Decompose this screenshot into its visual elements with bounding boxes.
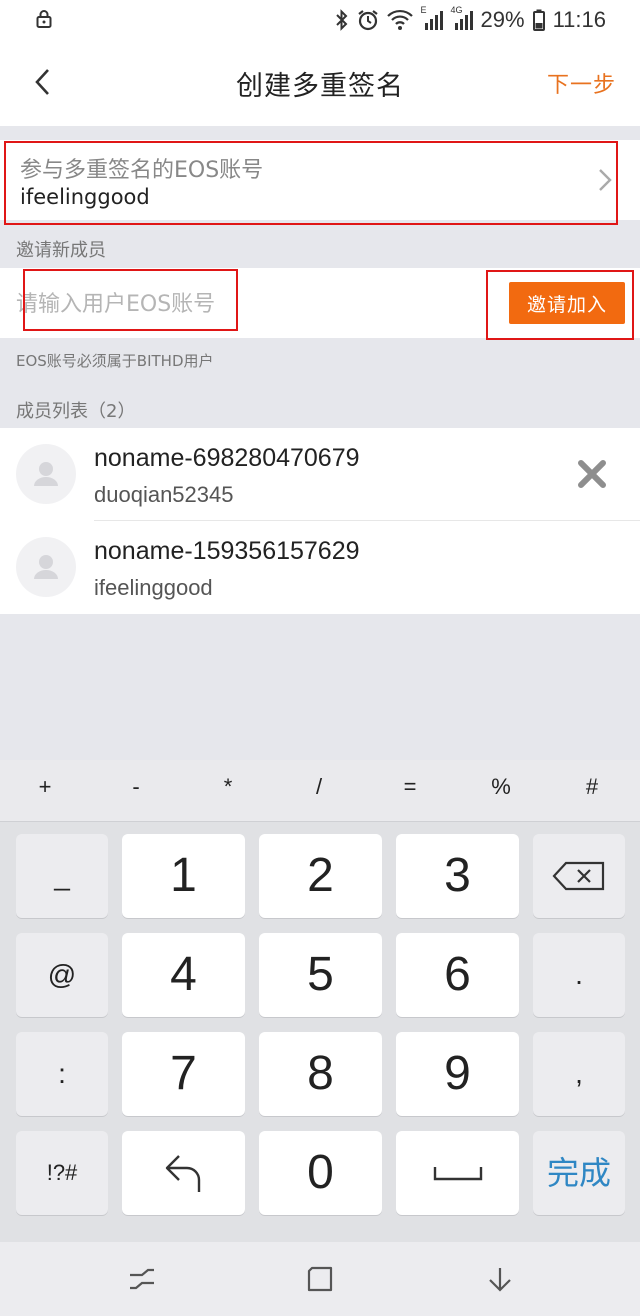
member-item[interactable]: noname-159356157629 ifeelinggood [0,521,640,614]
key-0[interactable]: 0 [259,1131,382,1215]
page-title: 创建多重签名 [236,71,404,102]
user-placeholder-icon [34,462,58,486]
numeric-keyboard: + - * / = % # _ 1 2 3 @ 4 5 6 . : 7 8 9 … [0,760,640,1242]
recent-apps-icon[interactable] [128,1266,156,1292]
key-3[interactable]: 3 [396,834,519,918]
navigation-bar [0,1242,640,1316]
symbol-row: + - * / = % # [0,760,640,822]
signal-e-icon: E [421,5,443,31]
key-7[interactable]: 7 [122,1032,245,1116]
key-2[interactable]: 2 [259,834,382,918]
alarm-icon [357,10,378,31]
battery-icon [532,9,545,31]
member-name: noname-159356157629 [94,537,360,565]
key-space[interactable] [396,1131,519,1215]
member-list-label: 成员列表（2） [16,401,136,422]
avatar [16,537,76,597]
key-colon[interactable]: : [16,1032,108,1116]
status-time: 11:16 [552,7,606,32]
participant-account-value: ifeelinggood [20,185,150,209]
remove-member-icon[interactable] [576,458,608,490]
key-9[interactable]: 9 [396,1032,519,1116]
member-account: ifeelinggood [94,575,213,600]
participant-account-row[interactable]: 参与多重签名的EOS账号 ifeelinggood [0,140,640,220]
account-hint-text: EOS账号必须属于BITHD用户 [16,352,214,370]
back-nav-icon[interactable] [486,1266,514,1292]
member-name: noname-698280470679 [94,444,360,472]
user-placeholder-icon [34,555,58,579]
key-8[interactable]: 8 [259,1032,382,1116]
status-bar: E 4G 29% 11:16 [0,0,640,40]
app-header: 创建多重签名 下一步 [0,40,640,126]
invite-row: 邀请加入 [0,268,640,338]
key-asterisk[interactable]: * [198,774,258,800]
battery-percent: 29% [480,7,525,32]
undo-icon [165,1155,200,1192]
chevron-right-icon [599,169,612,191]
key-done[interactable]: 完成 [533,1131,625,1215]
key-symbols[interactable]: !?# [16,1131,108,1215]
eos-account-input[interactable] [16,286,316,322]
space-icon [433,1167,482,1181]
next-step-button[interactable]: 下一步 [547,67,616,99]
invite-join-button[interactable]: 邀请加入 [509,282,625,324]
key-backspace[interactable] [533,834,625,918]
member-item[interactable]: noname-698280470679 duoqian52345 [0,428,640,521]
key-at[interactable]: @ [16,933,108,1017]
lock-icon [36,10,52,28]
wifi-icon [386,9,413,30]
key-hash[interactable]: # [562,774,622,800]
member-divider [94,520,640,521]
key-6[interactable]: 6 [396,933,519,1017]
key-1[interactable]: 1 [122,834,245,918]
key-plus[interactable]: + [15,774,75,800]
avatar [16,444,76,504]
backspace-icon [552,861,605,891]
key-slash[interactable]: / [289,774,349,800]
invite-section-label: 邀请新成员 [16,240,106,261]
member-list: noname-698280470679 duoqian52345 noname-… [0,428,640,614]
key-underscore[interactable]: _ [16,834,108,918]
key-undo[interactable] [122,1131,245,1215]
bluetooth-icon [335,9,347,31]
key-4[interactable]: 4 [122,933,245,1017]
home-icon[interactable] [307,1266,333,1292]
member-account: duoqian52345 [94,482,234,507]
key-percent[interactable]: % [471,774,531,800]
key-period[interactable]: . [533,933,625,1017]
key-minus[interactable]: - [106,774,166,800]
signal-4g-icon: 4G [451,5,473,31]
participant-account-label: 参与多重签名的EOS账号 [20,158,264,183]
key-comma[interactable]: , [533,1032,625,1116]
key-equals[interactable]: = [380,774,440,800]
key-5[interactable]: 5 [259,933,382,1017]
